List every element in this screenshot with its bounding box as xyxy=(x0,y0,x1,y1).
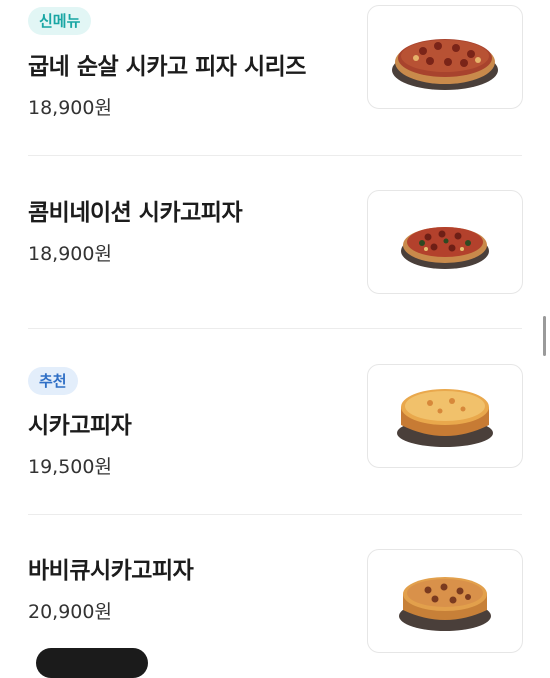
menu-item-price: 19,500원 xyxy=(28,456,112,478)
menu-list: 신메뉴 굽네 순살 시카고 피자 시리즈 18,900원 콤비네이션 시카고피자… xyxy=(0,0,550,655)
badge-new: 신메뉴 xyxy=(28,7,92,35)
menu-item-image[interactable] xyxy=(367,549,523,653)
pizza-image xyxy=(392,39,498,90)
badge-recommend: 추천 xyxy=(28,367,78,395)
menu-item[interactable]: 콤비네이션 시카고피자 18,900원 xyxy=(0,156,550,328)
pizza-image xyxy=(399,577,491,631)
menu-item-price: 18,900원 xyxy=(28,243,112,265)
menu-item-price: 18,900원 xyxy=(28,97,112,119)
menu-item-name[interactable]: 콤비네이션 시카고피자 xyxy=(28,193,243,227)
menu-item-image[interactable] xyxy=(367,364,523,468)
menu-item-image[interactable] xyxy=(367,5,523,109)
menu-item-name[interactable]: 굽네 순살 시카고 피자 시리즈 xyxy=(28,47,306,81)
menu-item-image[interactable] xyxy=(367,190,523,294)
menu-item-name[interactable]: 바비큐시카고피자 xyxy=(28,551,194,585)
menu-item-name[interactable]: 시카고피자 xyxy=(28,406,132,440)
menu-item[interactable]: 신메뉴 굽네 순살 시카고 피자 시리즈 18,900원 xyxy=(0,0,550,155)
menu-item-price: 20,900원 xyxy=(28,601,112,623)
scrollbar[interactable] xyxy=(543,316,546,356)
pizza-image xyxy=(401,227,489,269)
pizza-image xyxy=(397,389,493,447)
menu-item[interactable]: 바비큐시카고피자 20,900원 xyxy=(0,515,550,655)
menu-item[interactable]: 추천 시카고피자 19,500원 xyxy=(0,329,550,514)
floating-button[interactable] xyxy=(36,648,148,678)
